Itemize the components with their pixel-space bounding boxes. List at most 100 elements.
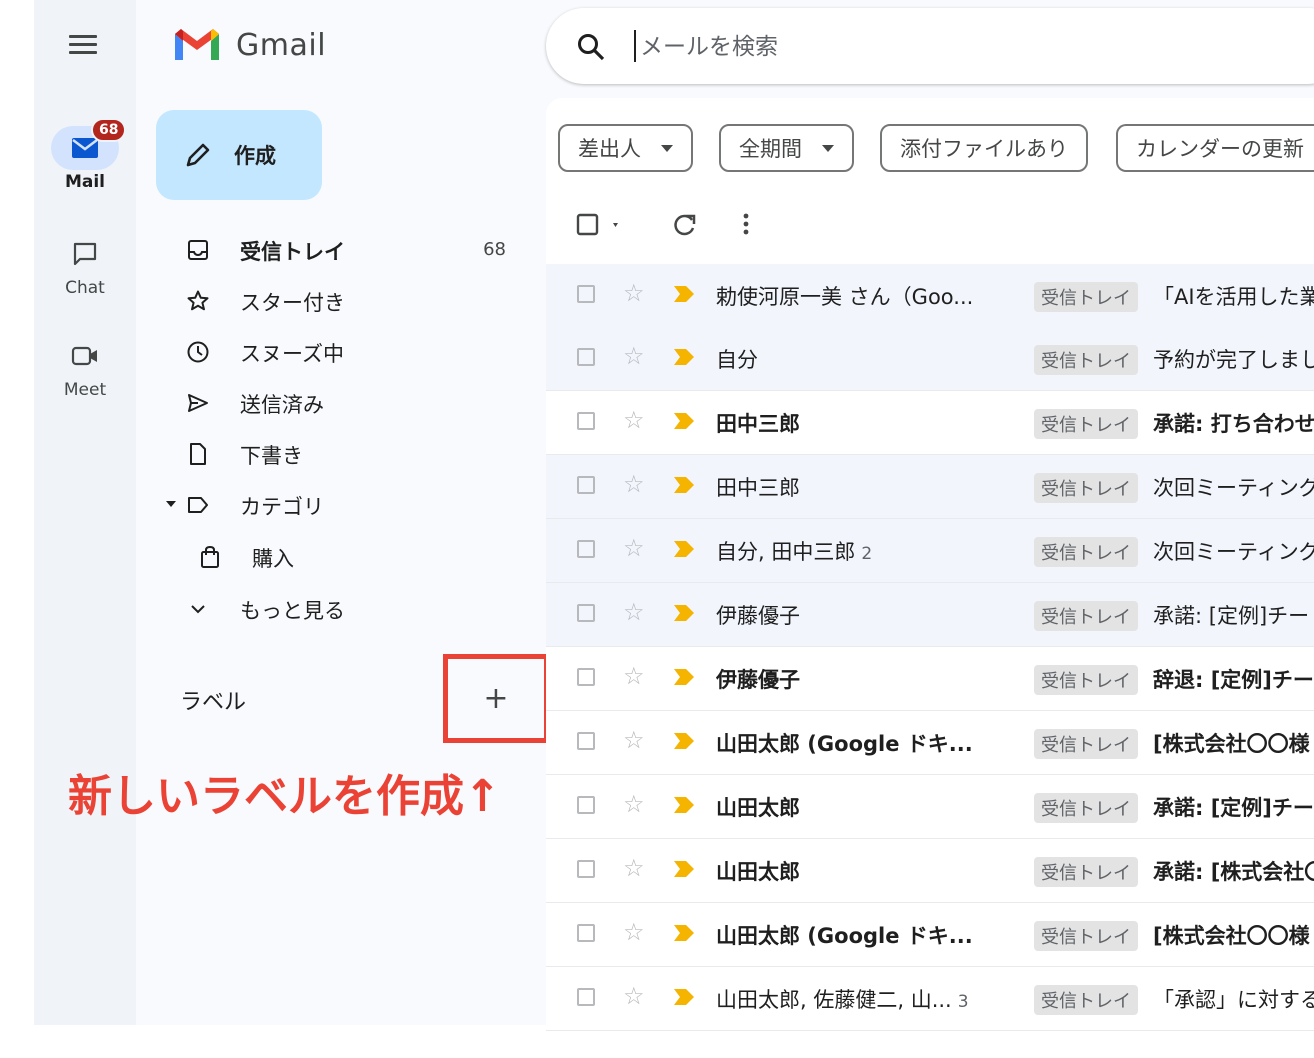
row-subject: 予約が完了しまし <box>1153 348 1314 372</box>
row-checkbox[interactable] <box>577 348 595 366</box>
nav-item-categories[interactable]: カテゴリ <box>160 483 520 527</box>
rail-label-meet: Meet <box>63 380 107 400</box>
search-icon[interactable] <box>576 32 606 62</box>
rail-meet-pill[interactable] <box>51 334 119 378</box>
star-icon[interactable]: ☆ <box>623 600 645 624</box>
star-icon <box>187 290 209 311</box>
rail-item-meet[interactable]: Meet <box>34 334 136 400</box>
mail-row[interactable]: ☆ 山田太郎 受信トレイ 承諾: [株式会社〇 <box>546 839 1314 903</box>
nav-item-sent[interactable]: 送信済み <box>160 381 520 425</box>
nav-item-more[interactable]: もっと見る <box>160 587 520 631</box>
refresh-button[interactable] <box>670 210 698 244</box>
filter-chip-attachment[interactable]: 添付ファイルあり <box>880 124 1088 172</box>
rail-item-mail[interactable]: 68 Mail <box>34 118 136 192</box>
create-label-button[interactable]: + <box>443 654 549 743</box>
important-marker-icon[interactable] <box>674 286 694 302</box>
star-icon[interactable]: ☆ <box>623 536 645 560</box>
row-checkbox[interactable] <box>577 796 595 814</box>
row-checkbox[interactable] <box>577 412 595 430</box>
star-icon[interactable]: ☆ <box>623 920 645 944</box>
nav-item-snoozed[interactable]: スヌーズ中 <box>160 330 520 374</box>
important-marker-icon[interactable] <box>674 413 694 429</box>
important-marker-icon[interactable] <box>674 605 694 621</box>
row-label-chip[interactable]: 受信トレイ <box>1034 473 1138 503</box>
important-marker-icon[interactable] <box>674 861 694 877</box>
chip-label: カレンダーの更新 <box>1136 137 1304 161</box>
nav-item-starred[interactable]: スター付き <box>160 279 520 323</box>
mail-row[interactable]: ☆ 山田太郎 (Google ドキ... 受信トレイ [株式会社〇〇様 <box>546 903 1314 967</box>
important-marker-icon[interactable] <box>674 349 694 365</box>
thread-count: 3 <box>957 992 969 1012</box>
star-icon[interactable]: ☆ <box>623 792 645 816</box>
row-checkbox[interactable] <box>577 285 595 303</box>
mail-row[interactable]: ☆ 自分, 田中三郎 2 受信トレイ 次回ミーティング <box>546 519 1314 583</box>
more-options-button[interactable] <box>738 210 754 244</box>
filter-chip-period[interactable]: 全期間 <box>719 124 854 172</box>
row-label-chip[interactable]: 受信トレイ <box>1034 537 1138 567</box>
row-label-chip[interactable]: 受信トレイ <box>1034 665 1138 695</box>
row-label-chip[interactable]: 受信トレイ <box>1034 601 1138 631</box>
rail-chat-pill[interactable] <box>51 232 119 276</box>
important-marker-icon[interactable] <box>674 733 694 749</box>
hamburger-icon[interactable] <box>67 30 99 62</box>
star-icon[interactable]: ☆ <box>623 281 645 305</box>
important-marker-icon[interactable] <box>674 797 694 813</box>
row-label-chip[interactable]: 受信トレイ <box>1034 793 1138 823</box>
filter-chip-calendar[interactable]: カレンダーの更新 <box>1116 124 1314 172</box>
star-icon[interactable]: ☆ <box>623 408 645 432</box>
row-checkbox[interactable] <box>577 860 595 878</box>
mail-row[interactable]: ☆ 山田太郎 (Google ドキ... 受信トレイ [株式会社〇〇様 <box>546 711 1314 775</box>
row-label-chip[interactable]: 受信トレイ <box>1034 282 1138 312</box>
row-checkbox[interactable] <box>577 732 595 750</box>
compose-button[interactable]: 作成 <box>156 110 322 200</box>
mail-row[interactable]: ☆ 田中三郎 受信トレイ 承諾: 打ち合わせ <box>546 391 1314 455</box>
mail-row[interactable]: ☆ 勅使河原一美 さん（Goo... 受信トレイ 「AIを活用した業 <box>546 264 1314 328</box>
row-label-chip[interactable]: 受信トレイ <box>1034 345 1138 375</box>
important-marker-icon[interactable] <box>674 989 694 1005</box>
important-marker-icon[interactable] <box>674 925 694 941</box>
mail-row[interactable]: ☆ 伊藤優子 受信トレイ 承諾: [定例]チー <box>546 583 1314 647</box>
mail-row[interactable]: ☆ 山田太郎 受信トレイ 承諾: [定例]チー <box>546 775 1314 839</box>
important-marker-icon[interactable] <box>674 669 694 685</box>
nav-item-inbox[interactable]: 受信トレイ 68 <box>160 228 520 272</box>
row-sender: 田中三郎 <box>716 408 806 438</box>
star-icon[interactable]: ☆ <box>623 984 645 1008</box>
mail-row[interactable]: ☆ 自分 受信トレイ 予約が完了しまし <box>546 327 1314 391</box>
row-checkbox[interactable] <box>577 668 595 686</box>
send-icon <box>188 394 208 412</box>
important-marker-icon[interactable] <box>674 477 694 493</box>
chevron-down-icon <box>822 144 834 152</box>
nav-item-drafts[interactable]: 下書き <box>160 432 520 476</box>
filter-chip-from[interactable]: 差出人 <box>558 124 693 172</box>
row-checkbox[interactable] <box>577 988 595 1006</box>
select-all[interactable] <box>576 210 622 244</box>
gmail-logo[interactable]: Gmail <box>172 26 326 64</box>
mail-row[interactable]: ☆ 田中三郎 受信トレイ 次回ミーティング <box>546 455 1314 519</box>
row-label-chip[interactable]: 受信トレイ <box>1034 729 1138 759</box>
row-label-chip[interactable]: 受信トレイ <box>1034 857 1138 887</box>
row-checkbox[interactable] <box>577 604 595 622</box>
row-checkbox[interactable] <box>577 924 595 942</box>
row-label-chip[interactable]: 受信トレイ <box>1034 409 1138 439</box>
rail-item-chat[interactable]: Chat <box>34 232 136 298</box>
row-label-chip[interactable]: 受信トレイ <box>1034 985 1138 1015</box>
chevron-down-icon <box>166 501 176 507</box>
sender-text: 自分 <box>716 348 758 372</box>
star-icon[interactable]: ☆ <box>623 664 645 688</box>
important-marker-icon[interactable] <box>674 541 694 557</box>
rail-mail-pill[interactable]: 68 <box>51 118 127 170</box>
row-label-chip[interactable]: 受信トレイ <box>1034 921 1138 951</box>
nav-count-inbox: 68 <box>483 239 506 260</box>
row-checkbox[interactable] <box>577 540 595 558</box>
star-icon[interactable]: ☆ <box>623 344 645 368</box>
search-input[interactable] <box>638 28 1242 66</box>
row-sender: 山田太郎 <box>716 856 806 886</box>
star-icon[interactable]: ☆ <box>623 856 645 880</box>
star-icon[interactable]: ☆ <box>623 728 645 752</box>
star-icon[interactable]: ☆ <box>623 472 645 496</box>
mail-row[interactable]: ☆ 伊藤優子 受信トレイ 辞退: [定例]チー <box>546 647 1314 711</box>
row-checkbox[interactable] <box>577 476 595 494</box>
search-bar[interactable] <box>546 8 1314 84</box>
nav-item-purchases[interactable]: 購入 <box>160 535 520 579</box>
mail-row[interactable]: ☆ 山田太郎, 佐藤健二, 山... 3 受信トレイ 「承認」に対する <box>546 967 1314 1031</box>
